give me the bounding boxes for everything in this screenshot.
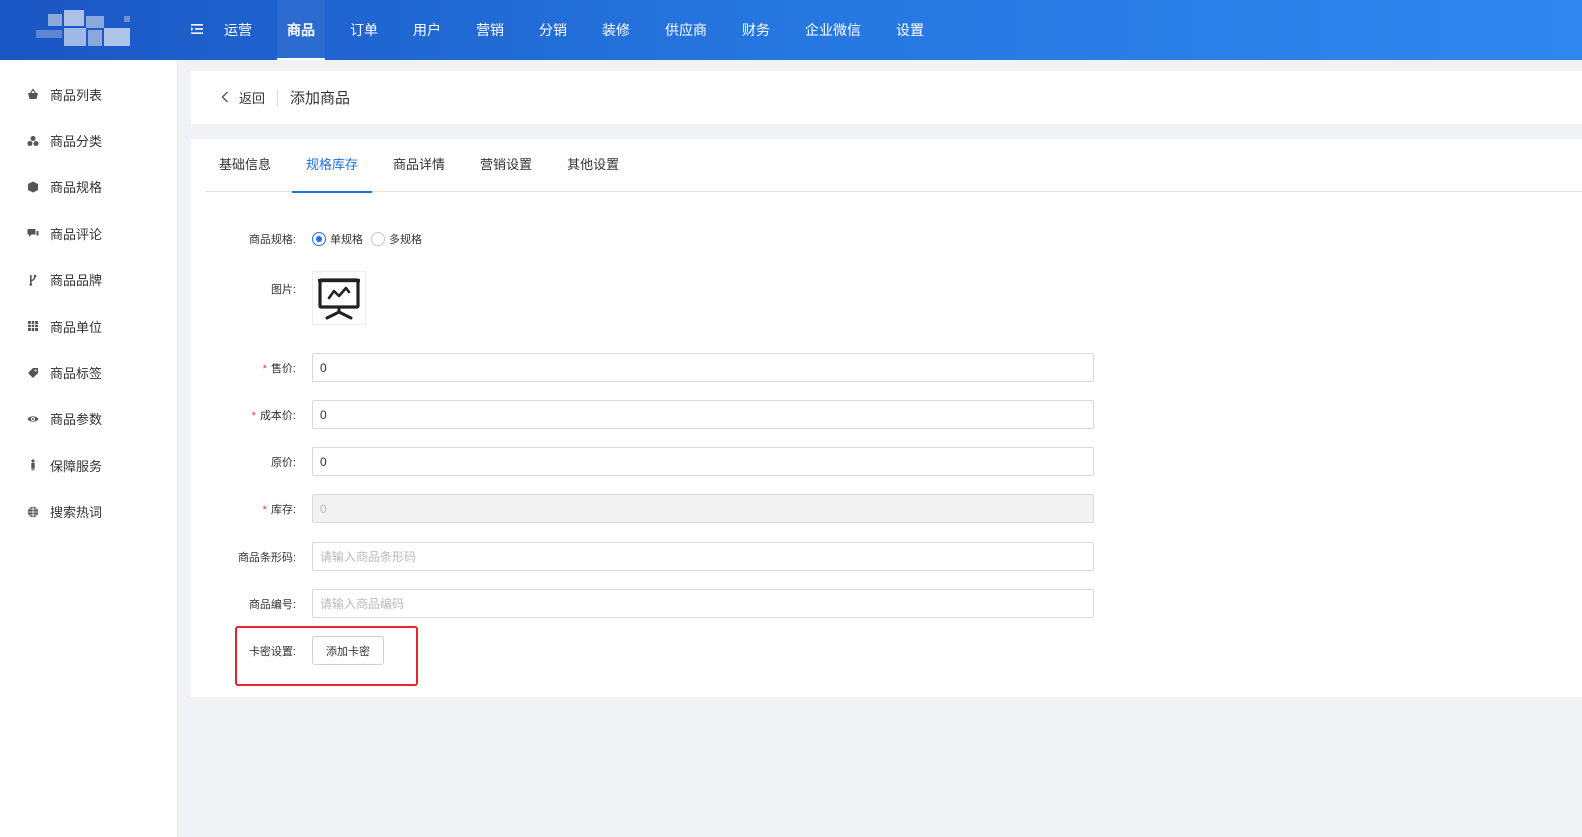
sidebar-item-label: 商品评论 [50, 226, 103, 242]
sidebar-item-label: 保障服务 [50, 458, 103, 474]
original-price-input[interactable] [312, 447, 1094, 476]
sidebar-item-guarantee[interactable]: 保障服务 [0, 442, 177, 488]
product-code-label: 商品编号: [248, 598, 296, 611]
cubes-icon [27, 135, 39, 147]
sidebar-item-product-brand[interactable]: 商品品牌 [0, 257, 177, 303]
highlight-box [235, 626, 418, 686]
radio-label: 单规格 [330, 234, 363, 246]
sidebar-item-product-spec[interactable]: 商品规格 [0, 164, 177, 210]
barcode-row: 商品条形码: [191, 542, 1582, 571]
tag-icon [27, 367, 39, 379]
breadcrumb: 返回 添加商品 [191, 71, 1582, 124]
nav-item-users[interactable]: 用户 [403, 0, 451, 60]
stock-row: * 库存: [191, 494, 1582, 523]
grid-icon [27, 320, 39, 332]
price-input[interactable] [312, 353, 1094, 382]
branch-icon [27, 274, 39, 286]
radio-label: 多规格 [389, 234, 422, 246]
eye-icon [27, 413, 39, 425]
stock-input [312, 494, 1094, 523]
spec-single-radio[interactable]: 单规格 [312, 231, 363, 247]
page-title: 添加商品 [290, 90, 351, 107]
cost-label: * 成本价: [251, 409, 296, 422]
back-label: 返回 [239, 91, 266, 106]
sidebar: 商品列表 商品分类 商品规格 商品评论 商品品牌 商品单位 商品标签 商品参数 … [0, 60, 178, 837]
sidebar-item-label: 搜索热词 [50, 505, 103, 521]
cube-icon [27, 181, 39, 193]
back-button[interactable]: 返回 [221, 88, 265, 107]
sidebar-item-hot-search[interactable]: 搜索热词 [0, 489, 177, 535]
sidebar-item-label: 商品品牌 [50, 273, 103, 289]
sidebar-item-label: 商品单位 [50, 319, 103, 335]
person-icon [27, 459, 39, 471]
globe-icon [27, 506, 39, 518]
sidebar-item-product-params[interactable]: 商品参数 [0, 396, 177, 442]
sidebar-item-label: 商品列表 [50, 87, 103, 103]
image-row: 图片: [191, 271, 1582, 327]
form-card: 基础信息 规格库存 商品详情 营销设置 其他设置 商品规格: 单规格 多规格 图… [191, 139, 1582, 697]
stock-label: * 库存: [262, 503, 296, 516]
menu-toggle-icon[interactable] [189, 21, 205, 37]
barcode-input[interactable] [312, 542, 1094, 571]
radio-circle [371, 232, 385, 246]
spec-label: 商品规格: [248, 234, 296, 246]
nav-item-orders[interactable]: 订单 [340, 0, 388, 60]
price-label: * 售价: [262, 362, 296, 375]
cost-input[interactable] [312, 400, 1094, 429]
product-code-input[interactable] [312, 589, 1094, 618]
tab-basic-info[interactable]: 基础信息 [205, 139, 285, 192]
nav-item-distribution[interactable]: 分销 [529, 0, 577, 60]
nav-item-settings[interactable]: 设置 [886, 0, 934, 60]
original-price-label: 原价: [270, 456, 296, 469]
price-row: * 售价: [191, 353, 1582, 382]
basket-icon [27, 88, 39, 100]
barcode-label: 商品条形码: [237, 551, 296, 564]
spec-multi-radio[interactable]: 多规格 [371, 231, 422, 247]
nav-item-products[interactable]: 商品 [277, 0, 325, 60]
main-nav: 运营 商品 订单 用户 营销 分销 装修 供应商 财务 企业微信 设置 [214, 0, 949, 60]
sidebar-item-product-list[interactable]: 商品列表 [0, 71, 177, 117]
cost-row: * 成本价: [191, 400, 1582, 429]
sidebar-item-product-tags[interactable]: 商品标签 [0, 349, 177, 395]
sidebar-item-product-comments[interactable]: 商品评论 [0, 210, 177, 256]
nav-item-marketing[interactable]: 营销 [466, 0, 514, 60]
nav-item-finance[interactable]: 财务 [732, 0, 780, 60]
tab-marketing-settings[interactable]: 营销设置 [466, 139, 546, 192]
top-header: 运营 商品 订单 用户 营销 分销 装修 供应商 财务 企业微信 设置 [0, 0, 1582, 60]
nav-item-suppliers[interactable]: 供应商 [655, 0, 717, 60]
image-label: 图片: [270, 284, 296, 296]
tab-bar: 基础信息 规格库存 商品详情 营销设置 其他设置 [205, 139, 1582, 193]
tab-spec-stock[interactable]: 规格库存 [292, 139, 373, 193]
sidebar-item-label: 商品分类 [50, 134, 103, 150]
radio-circle [312, 232, 326, 246]
sidebar-item-label: 商品规格 [50, 180, 103, 196]
divider [277, 89, 279, 106]
presentation-board-icon [318, 278, 360, 320]
sidebar-item-label: 商品标签 [50, 366, 103, 382]
nav-item-wecom[interactable]: 企业微信 [795, 0, 871, 60]
nav-item-operations[interactable]: 运营 [214, 0, 262, 60]
spec-row: 商品规格: 单规格 多规格 [191, 229, 1582, 249]
tab-product-detail[interactable]: 商品详情 [379, 139, 459, 192]
logo[interactable] [34, 8, 134, 50]
original-price-row: 原价: [191, 447, 1582, 476]
sidebar-item-product-unit[interactable]: 商品单位 [0, 303, 177, 349]
nav-item-decoration[interactable]: 装修 [592, 0, 640, 60]
product-image[interactable] [312, 271, 366, 325]
sidebar-item-label: 商品参数 [50, 412, 103, 428]
product-code-row: 商品编号: [191, 589, 1582, 618]
comments-icon [27, 227, 39, 239]
chevron-left-icon [221, 90, 229, 106]
tab-other-settings[interactable]: 其他设置 [553, 139, 633, 192]
sidebar-item-product-category[interactable]: 商品分类 [0, 117, 177, 163]
